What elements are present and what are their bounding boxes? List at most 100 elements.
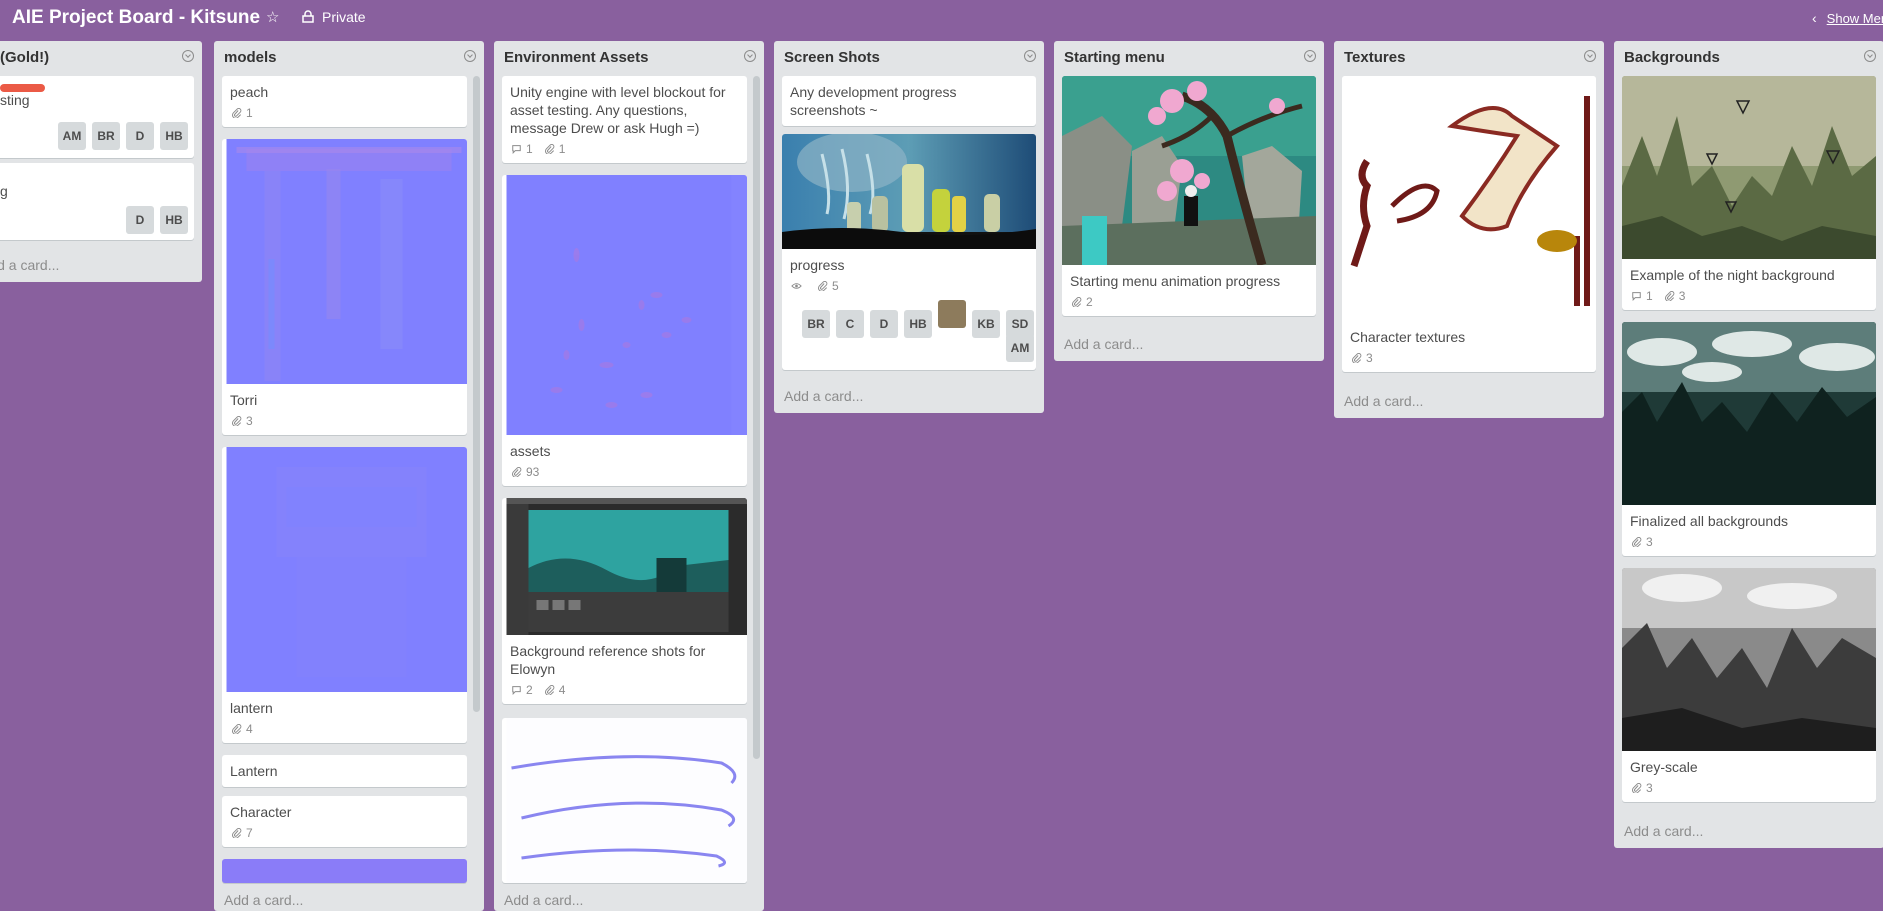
list-title[interactable]: Textures bbox=[1344, 49, 1405, 66]
member-avatar[interactable]: C bbox=[836, 310, 864, 338]
list-scrollbar[interactable] bbox=[753, 76, 760, 759]
card-title: peach bbox=[230, 84, 269, 100]
card[interactable]: Grey-scale 3 bbox=[1622, 568, 1876, 802]
card-cover-image bbox=[782, 134, 1036, 249]
list-title[interactable]: (Gold!) bbox=[0, 49, 49, 66]
card[interactable]: peach 1 bbox=[222, 76, 467, 127]
list-menu-icon[interactable] bbox=[1864, 50, 1876, 62]
member-avatar[interactable]: BR bbox=[802, 310, 830, 338]
attachment-count: 1 bbox=[246, 106, 253, 120]
member-avatar[interactable]: D bbox=[126, 206, 154, 234]
card-cover-image bbox=[506, 498, 747, 635]
card-title: Any development progress screenshots ~ bbox=[790, 84, 957, 118]
card-cover-image bbox=[1342, 76, 1596, 321]
card-title: sting bbox=[0, 92, 30, 108]
list-menu-icon[interactable] bbox=[182, 50, 194, 62]
board-title[interactable]: AIE Project Board - Kitsune bbox=[12, 7, 260, 29]
list-menu-icon[interactable] bbox=[1024, 50, 1036, 62]
card[interactable]: Starting menu animation progress 2 bbox=[1062, 76, 1316, 316]
card[interactable]: Lantern bbox=[222, 755, 467, 787]
member-avatar[interactable]: HB bbox=[160, 122, 188, 150]
paperclip-icon bbox=[1663, 291, 1676, 301]
attachment-count: 1 bbox=[558, 142, 566, 156]
comment-icon bbox=[510, 144, 523, 154]
add-card-link[interactable]: Add a card... bbox=[1624, 823, 1703, 839]
list-title[interactable]: Environment Assets bbox=[504, 49, 649, 66]
add-card-link[interactable]: Add a card... bbox=[1344, 393, 1423, 409]
card-members: BR C D HB KB SD AM bbox=[782, 300, 1036, 370]
card-title: Character textures bbox=[1350, 329, 1466, 345]
add-card-link[interactable]: Add a card... bbox=[0, 257, 59, 273]
card-badges: 4 bbox=[222, 719, 467, 743]
attachment-badge: 93 bbox=[510, 464, 539, 480]
card[interactable] bbox=[222, 859, 467, 883]
card[interactable]: Character textures 3 bbox=[1342, 76, 1596, 372]
card[interactable]: lantern 4 bbox=[222, 447, 467, 743]
list-menu-icon[interactable] bbox=[744, 50, 756, 62]
card[interactable]: sting AM BR D HB bbox=[0, 76, 194, 158]
card[interactable]: Any development progress screenshots ~ bbox=[782, 76, 1036, 126]
card[interactable]: g D HB bbox=[0, 163, 194, 240]
card-title: Unity engine with level blockout for ass… bbox=[510, 84, 726, 136]
add-card-link[interactable]: Add a card... bbox=[784, 388, 863, 404]
list-menu-icon[interactable] bbox=[464, 50, 476, 62]
paperclip-icon bbox=[1070, 297, 1083, 307]
list-menu-icon[interactable] bbox=[1584, 50, 1596, 62]
list-title[interactable]: Backgrounds bbox=[1624, 49, 1720, 66]
card-members: D HB bbox=[120, 206, 188, 234]
lock-icon bbox=[302, 10, 314, 23]
paperclip-icon bbox=[1630, 783, 1643, 793]
card-title: Finalized all backgrounds bbox=[1630, 513, 1788, 529]
card-title: progress bbox=[790, 257, 845, 273]
add-card-link[interactable]: Add a card... bbox=[1064, 336, 1143, 352]
privacy-button[interactable]: Private bbox=[302, 9, 366, 25]
member-avatar[interactable]: D bbox=[126, 122, 154, 150]
comment-count: 2 bbox=[526, 683, 533, 697]
list-backgrounds: Backgrounds Example of the night backgro… bbox=[1614, 41, 1883, 848]
show-menu-label: Show Menu bbox=[1826, 11, 1883, 26]
card[interactable]: Finalized all backgrounds 3 bbox=[1622, 322, 1876, 556]
card-badges: 3 bbox=[1622, 778, 1876, 802]
show-menu-link[interactable]: ‹ Show Menu bbox=[1812, 10, 1883, 26]
member-avatar[interactable]: AM bbox=[1006, 334, 1034, 362]
card-title: Example of the night background bbox=[1630, 267, 1835, 283]
attachment-count: 4 bbox=[246, 722, 253, 736]
attachment-count: 3 bbox=[1646, 781, 1653, 795]
card-title: Grey-scale bbox=[1630, 759, 1698, 775]
card-badges: 13 bbox=[1622, 286, 1876, 310]
list-title[interactable]: Screen Shots bbox=[784, 49, 880, 66]
list-header: Textures bbox=[1334, 41, 1604, 73]
star-icon[interactable]: ☆ bbox=[266, 8, 279, 26]
member-avatar[interactable]: HB bbox=[904, 310, 932, 338]
member-photo-avatar[interactable] bbox=[938, 300, 966, 328]
member-avatar[interactable]: BR bbox=[92, 122, 120, 150]
card-cover-image bbox=[1622, 568, 1876, 751]
list-title[interactable]: models bbox=[224, 49, 277, 66]
card-cover-image bbox=[1622, 76, 1876, 259]
card[interactable]: Character 7 bbox=[222, 796, 467, 847]
card[interactable]: Example of the night background 13 bbox=[1622, 76, 1876, 310]
card[interactable]: progress 5 BR C D HB KB SD AM bbox=[782, 134, 1036, 370]
card[interactable]: assets 93 bbox=[502, 175, 747, 486]
list-models: models peach 1 Torri 3 lantern 4 Lantern bbox=[214, 41, 484, 911]
member-avatar[interactable]: AM bbox=[58, 122, 86, 150]
card[interactable]: Background reference shots for Elowyn 24 bbox=[502, 498, 747, 704]
list-menu-icon[interactable] bbox=[1304, 50, 1316, 62]
add-card-link[interactable]: Add a card... bbox=[504, 892, 583, 908]
card-title: lantern bbox=[230, 700, 273, 716]
paperclip-icon bbox=[230, 724, 243, 734]
member-avatar[interactable]: KB bbox=[972, 310, 1000, 338]
attachment-badge: 4 bbox=[230, 721, 253, 737]
card[interactable]: Torri 3 bbox=[222, 139, 467, 435]
list-title[interactable]: Starting menu bbox=[1064, 49, 1165, 66]
list-scrollbar[interactable] bbox=[473, 76, 480, 712]
card[interactable]: Unity engine with level blockout for ass… bbox=[502, 76, 747, 163]
add-card-link[interactable]: Add a card... bbox=[224, 892, 303, 908]
card[interactable] bbox=[502, 718, 747, 883]
comment-count: 1 bbox=[1646, 289, 1653, 303]
member-avatar[interactable]: HB bbox=[160, 206, 188, 234]
attachment-count: 3 bbox=[1646, 535, 1653, 549]
paperclip-icon bbox=[230, 828, 243, 838]
member-avatar[interactable]: D bbox=[870, 310, 898, 338]
attachment-badge: 3 bbox=[1630, 780, 1653, 796]
